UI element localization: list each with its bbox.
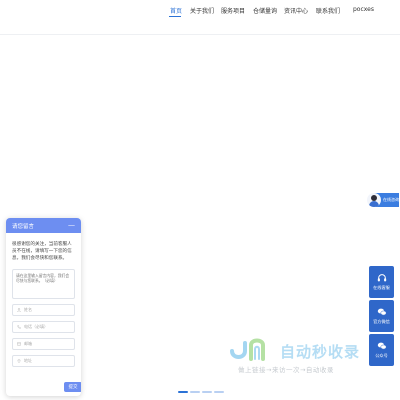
nav-item-about[interactable]: 关于我们 (190, 6, 214, 15)
phone-icon (17, 325, 21, 329)
slider-dot-1[interactable] (178, 391, 188, 393)
mail-icon (17, 342, 21, 346)
nav-item-home[interactable]: 首页 (170, 6, 182, 15)
online-consult-label: 在线咨询 (383, 197, 399, 202)
wechat-official-label: 官方微信 (373, 319, 390, 324)
minimize-icon[interactable]: — (68, 222, 75, 229)
phone-field[interactable]: 电话（必填） (12, 321, 75, 333)
slider-dot-3[interactable] (202, 391, 212, 393)
nav-item-news[interactable]: 资讯中心 (284, 6, 308, 15)
online-service-button[interactable]: 在线客服 (369, 266, 394, 298)
address-field[interactable]: 地址 (12, 355, 75, 367)
language-switch[interactable]: pocxes (353, 6, 374, 13)
address-field-placeholder: 地址 (24, 358, 32, 363)
watermark-logo-icon (230, 338, 265, 361)
name-field[interactable]: 姓名 (12, 304, 75, 316)
slider-dot-4[interactable] (214, 391, 224, 393)
online-service-label: 在线客服 (373, 285, 390, 290)
nav-item-services[interactable]: 服务项目 (221, 6, 245, 15)
watermark-subtitle: 做上链接→来访一次→自动收录 (238, 366, 334, 374)
nav-item-warehouse[interactable]: 仓储量询 (253, 6, 277, 15)
user-icon (17, 308, 21, 312)
nav-active-indicator (169, 16, 181, 17)
wechat-icon (377, 342, 386, 350)
slider-dot-2[interactable] (190, 391, 200, 393)
top-navigation: 首页 关于我们 服务项目 仓储量询 资讯中心 联系我们 pocxes (0, 0, 400, 35)
chat-widget: 请您留言 — 很感谢您的关注，当前客服人员不在线，请填写一下您的信息，我们会尽快… (6, 218, 81, 396)
chat-title: 请您留言 (12, 223, 35, 230)
nav-item-contact[interactable]: 联系我们 (316, 6, 340, 15)
watermark-title: 自动秒收录 (280, 343, 361, 361)
submit-button[interactable]: 提交 (64, 382, 81, 392)
location-icon (17, 359, 21, 363)
public-account-button[interactable]: 公众号 (369, 334, 394, 366)
public-account-label: 公众号 (375, 353, 388, 358)
wechat-official-button[interactable]: 官方微信 (369, 300, 394, 332)
headset-icon (377, 274, 386, 282)
phone-field-placeholder: 电话（必填） (24, 324, 48, 329)
message-textarea[interactable] (12, 269, 75, 299)
chat-message: 很感谢您的关注，当前客服人员不在线，请填写一下您的信息，我们会尽快和您联系。 (12, 242, 72, 261)
email-field-placeholder: 邮箱 (24, 341, 32, 346)
wechat-icon (377, 308, 386, 316)
avatar (367, 193, 381, 207)
chat-header: 请您留言 — (6, 218, 81, 233)
name-field-placeholder: 姓名 (24, 307, 32, 312)
email-field[interactable]: 邮箱 (12, 338, 75, 350)
online-consult-button[interactable]: 在线咨询 (367, 193, 399, 207)
